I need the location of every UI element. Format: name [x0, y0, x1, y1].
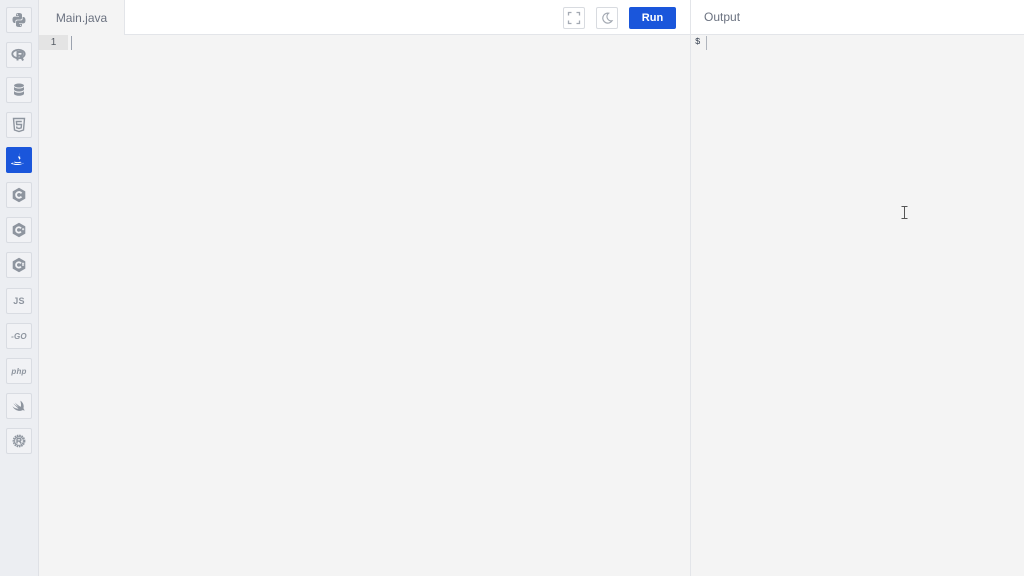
java-icon — [11, 152, 27, 168]
sql-icon — [11, 82, 27, 98]
php-icon: php — [11, 366, 27, 376]
cpp-button[interactable] — [6, 217, 32, 243]
editor-toolbar: Main.java Run — [39, 0, 690, 35]
theme-toggle-button[interactable] — [596, 7, 618, 29]
html5-button[interactable] — [6, 112, 32, 138]
go-icon: -GO — [11, 331, 27, 341]
rust-icon — [11, 433, 27, 449]
language-sidebar: JS -GO php — [0, 0, 39, 576]
php-button[interactable]: php — [6, 358, 32, 384]
swift-icon — [11, 398, 27, 414]
output-cursor — [706, 36, 707, 50]
fullscreen-button[interactable] — [563, 7, 585, 29]
javascript-icon: JS — [13, 296, 25, 306]
fullscreen-icon — [567, 11, 581, 25]
output-title: Output — [691, 0, 1024, 35]
csharp-button[interactable] — [6, 252, 32, 278]
file-tab[interactable]: Main.java — [39, 0, 125, 35]
sql-button[interactable] — [6, 77, 32, 103]
c-icon — [11, 187, 27, 203]
rust-button[interactable] — [6, 428, 32, 454]
text-cursor — [71, 36, 72, 50]
python-button[interactable] — [6, 7, 32, 33]
csharp-icon — [11, 257, 27, 273]
editor-pane: Main.java Run 1 — [39, 0, 690, 576]
r-icon — [11, 47, 27, 63]
r-button[interactable] — [6, 42, 32, 68]
ibeam-cursor-icon — [901, 206, 908, 219]
c-button[interactable] — [6, 182, 32, 208]
moon-icon — [600, 11, 614, 25]
javascript-button[interactable]: JS — [6, 288, 32, 314]
java-button[interactable] — [6, 147, 32, 173]
python-icon — [11, 12, 27, 28]
go-button[interactable]: -GO — [6, 323, 32, 349]
html5-icon — [11, 117, 27, 133]
output-pane: Output $ — [690, 0, 1024, 576]
output-label: Output — [704, 10, 741, 24]
shell-prompt: $ — [695, 37, 701, 47]
code-editor[interactable]: 1 — [39, 35, 690, 576]
swift-button[interactable] — [6, 393, 32, 419]
line-number: 1 — [39, 35, 68, 50]
run-button[interactable]: Run — [629, 7, 676, 29]
cpp-icon — [11, 222, 27, 238]
